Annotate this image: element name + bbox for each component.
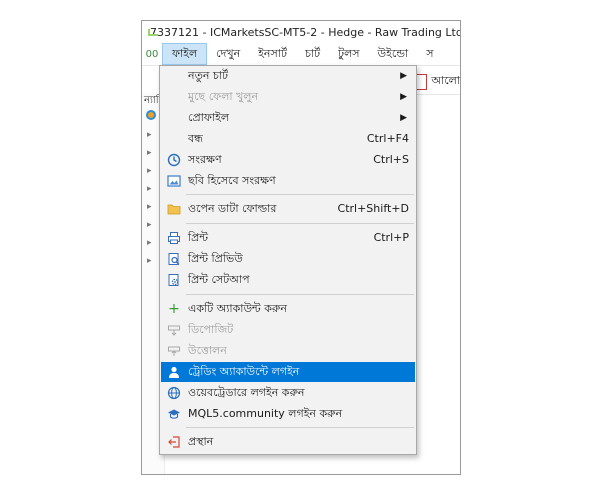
menu-item-open-data-folder[interactable]: ওপেন ডাটা ফোল্ডার Ctrl+Shift+D <box>161 199 415 219</box>
menu-insert[interactable]: ইনসার্ট <box>249 43 296 65</box>
menu-window[interactable]: উইন্ডো <box>369 43 418 65</box>
menu-separator <box>186 223 414 224</box>
menu-item-label: ট্রেডিং অ্যাকাউন্টে লগইন <box>188 365 300 378</box>
menu-charts[interactable]: চার্ট <box>296 43 329 65</box>
menu-bar-lead-icon: 00 <box>145 48 159 60</box>
menu-item-login-trade-account[interactable]: ট্রেডিং অ্যাকাউন্টে লগইন <box>161 362 415 382</box>
menu-item-print-setup[interactable]: প্রিন্ট সেটআপ <box>161 270 415 290</box>
save-icon <box>167 153 181 167</box>
menu-item-shortcut: Ctrl+P <box>373 231 409 244</box>
file-menu-dropdown: নতুন চার্ট ▶ মুছে ফেলা খুলুন ▶ প্রোফাইল … <box>159 65 417 455</box>
menu-item-login-mql5[interactable]: MQL5.community লগইন করুন <box>161 404 415 424</box>
menu-item-exit[interactable]: প্রস্থান <box>161 432 415 452</box>
menu-item-shortcut: Ctrl+F4 <box>366 132 409 145</box>
menu-item-print-preview[interactable]: প্রিন্ট প্রিভিউ <box>161 249 415 269</box>
navigator-logo-icon <box>146 110 156 120</box>
deposit-icon <box>167 323 181 337</box>
algo-trading-button[interactable]: আলো <box>411 72 460 91</box>
menu-item-profiles[interactable]: প্রোফাইল ▶ <box>161 108 415 128</box>
menu-item-shortcut: Ctrl+Shift+D <box>337 202 409 215</box>
menu-item-label: ডিপোজিট <box>188 323 234 336</box>
menu-item-shortcut: Ctrl+S <box>373 153 409 166</box>
submenu-arrow-icon: ▶ <box>400 92 407 102</box>
menu-view[interactable]: দেখুন <box>207 43 249 65</box>
menu-item-label: মুছে ফেলা খুলুন <box>188 90 259 103</box>
window-title: 7337121 - ICMarketsSC-MT5-2 - Hedge - Ra… <box>150 25 460 39</box>
print-setup-icon <box>167 273 181 287</box>
menu-item-label: প্রিন্ট প্রিভিউ <box>188 252 243 265</box>
menu-file[interactable]: ফাইল <box>162 43 208 65</box>
exit-icon <box>167 435 181 449</box>
menu-item-label: সংরক্ষণ <box>188 153 222 166</box>
menu-item-save[interactable]: সংরক্ষণ Ctrl+S <box>161 150 415 170</box>
menu-item-new-chart[interactable]: নতুন চার্ট ▶ <box>161 66 415 86</box>
menu-item-login-webtrader[interactable]: ওয়েবট্রেডারে লগইন করুন <box>161 383 415 403</box>
print-preview-icon <box>167 252 181 266</box>
menu-item-close[interactable]: বন্ধ Ctrl+F4 <box>161 129 415 149</box>
menu-bar: 00 ফাইল দেখুন ইনসার্ট চার্ট টুলস উইন্ডো … <box>142 43 460 65</box>
menu-item-label: ওয়েবট্রেডারে লগইন করুন <box>188 386 305 399</box>
menu-item-save-as-picture[interactable]: ছবি হিসেবে সংরক্ষণ <box>161 171 415 191</box>
menu-separator <box>186 427 414 428</box>
menu-item-open-account[interactable]: + একটি অ্যাকাউন্ট করুন <box>161 299 415 319</box>
folder-icon <box>167 202 181 216</box>
globe-icon <box>167 386 181 400</box>
menu-help[interactable]: স <box>417 43 442 65</box>
menu-item-label: একটি অ্যাকাউন্ট করুন <box>188 302 287 315</box>
menu-item-open-deleted[interactable]: মুছে ফেলা খুলুন ▶ <box>161 87 415 107</box>
menu-item-deposit[interactable]: ডিপোজিট <box>161 320 415 340</box>
menu-item-withdrawal[interactable]: উত্তোলন <box>161 341 415 361</box>
plus-icon: + <box>168 301 180 317</box>
menu-item-print[interactable]: প্রিন্ট Ctrl+P <box>161 228 415 248</box>
algo-trading-label: আলো <box>431 74 460 87</box>
menu-tools[interactable]: টুলস <box>329 43 368 65</box>
menu-separator <box>186 194 414 195</box>
title-bar: 7337121 - ICMarketsSC-MT5-2 - Hedge - Ra… <box>142 21 460 43</box>
menu-item-label: ওপেন ডাটা ফোল্ডার <box>188 202 277 215</box>
menu-item-label: উত্তোলন <box>188 344 227 357</box>
menu-item-label: নতুন চার্ট <box>188 69 229 82</box>
menu-item-label: বন্ধ <box>188 132 203 145</box>
picture-icon <box>167 174 181 188</box>
menu-item-label: MQL5.community লগইন করুন <box>188 407 343 420</box>
printer-icon <box>167 231 181 245</box>
mortarboard-icon <box>167 407 181 421</box>
user-icon <box>167 365 181 379</box>
menu-item-label: প্রোফাইল <box>188 111 230 124</box>
submenu-arrow-icon: ▶ <box>400 113 407 123</box>
menu-item-label: প্রিন্ট <box>188 231 209 244</box>
menu-item-label: প্রিন্ট সেটআপ <box>188 273 250 286</box>
menu-separator <box>186 294 414 295</box>
submenu-arrow-icon: ▶ <box>400 71 407 81</box>
menu-item-label: ছবি হিসেবে সংরক্ষণ <box>188 174 276 187</box>
withdrawal-icon <box>167 344 181 358</box>
menu-item-label: প্রস্থান <box>188 435 214 448</box>
